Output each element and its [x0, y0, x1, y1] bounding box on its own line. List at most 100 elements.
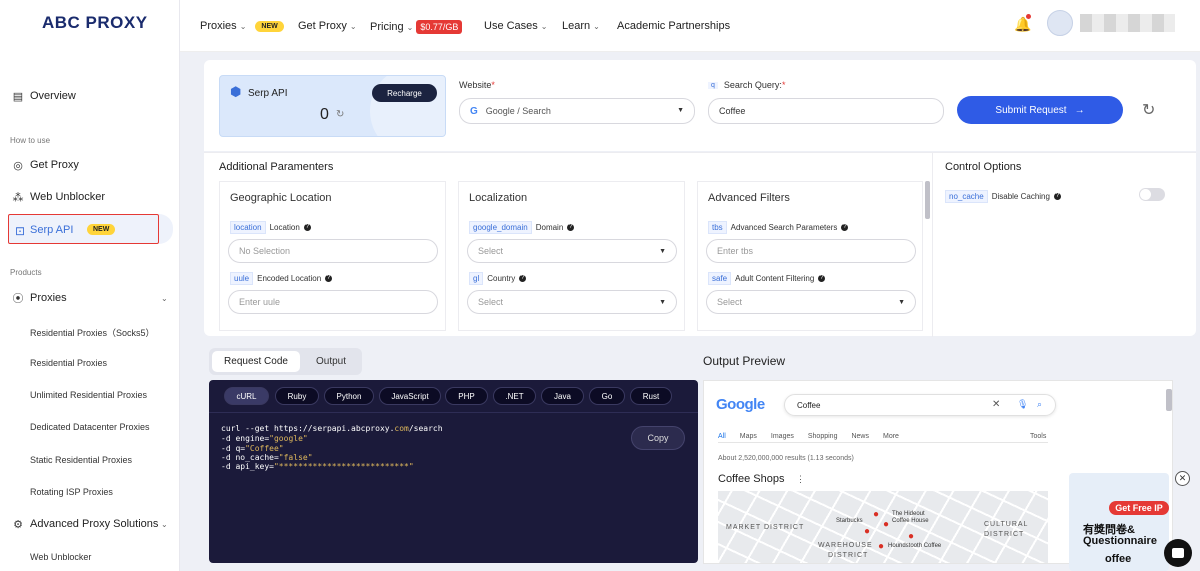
- lang-tab-ruby[interactable]: Ruby: [275, 387, 319, 405]
- param-chip: gl: [469, 272, 484, 285]
- field-label: Encoded Location: [257, 274, 322, 283]
- sidebar-item-overview[interactable]: ▤ Overview: [12, 90, 76, 103]
- sidebar-subitem[interactable]: Static Residential Proxies: [30, 455, 132, 465]
- serp-balance-card: ⬢ Serp API Recharge 0 ↻: [219, 75, 446, 137]
- select-value: Select: [717, 297, 743, 307]
- tbs-input[interactable]: Enter tbs: [706, 239, 916, 263]
- chevron-down-icon: ⌄: [540, 21, 548, 31]
- lang-tab-php[interactable]: PHP: [445, 387, 488, 405]
- sidebar-item-proxies[interactable]: ⦿ Proxies: [12, 292, 67, 305]
- nav-label: Proxies: [200, 20, 237, 32]
- lang-tab-python[interactable]: Python: [324, 387, 374, 405]
- lang-tab-rust[interactable]: Rust: [630, 387, 672, 405]
- help-icon[interactable]: ?: [841, 224, 849, 231]
- notification-dot: [1026, 14, 1031, 19]
- panel-title: Geographic Location: [230, 192, 332, 204]
- chat-button[interactable]: [1164, 539, 1192, 567]
- nav-pricing[interactable]: Pricing ⌄ $0.77/GB: [370, 20, 463, 34]
- sidebar-subitem[interactable]: Web Unblocker: [30, 552, 91, 562]
- safe-label: safe Adult Content Filtering ?: [708, 272, 826, 285]
- nav-academic[interactable]: Academic Partnerships: [617, 20, 730, 32]
- field-label: Country: [487, 274, 516, 283]
- top-nav: Proxies ⌄ NEW Get Proxy ⌄ Pricing ⌄ $0.7…: [180, 0, 1200, 52]
- tab-request-code[interactable]: Request Code: [212, 351, 300, 372]
- section-heading: How to use: [10, 136, 51, 145]
- sidebar-item-serp-api[interactable]: ⊡ Serp API NEW: [8, 214, 159, 244]
- help-icon[interactable]: ?: [325, 275, 333, 282]
- submit-label: Submit Request: [995, 104, 1067, 116]
- lang-tab-go[interactable]: Go: [589, 387, 625, 405]
- chevron-down-icon: ⌄: [593, 21, 600, 31]
- chevron-down-icon: ⌄: [239, 21, 247, 31]
- chevron-down-icon: ⌄: [349, 21, 357, 31]
- nav-proxies[interactable]: Proxies ⌄ NEW: [200, 20, 284, 32]
- help-icon[interactable]: ?: [818, 275, 826, 282]
- help-icon[interactable]: ?: [303, 224, 311, 231]
- sidebar-subitem[interactable]: Residential Proxies（Socks5）: [30, 326, 155, 339]
- map-label: Houndstooth Coffee: [888, 543, 942, 549]
- help-icon[interactable]: ?: [567, 224, 575, 231]
- google-logo: Google: [716, 396, 765, 413]
- website-select[interactable]: G Google / Search ▼: [459, 98, 695, 124]
- country-select[interactable]: Select ▼: [467, 290, 677, 314]
- disable-caching-toggle[interactable]: [1139, 188, 1165, 201]
- domain-select[interactable]: Select ▼: [467, 239, 677, 263]
- avatar[interactable]: [1047, 10, 1073, 36]
- sidebar: ABC PROXY ▤ Overview How to use ◎ Get Pr…: [0, 0, 180, 571]
- sidebar-subitem[interactable]: Dedicated Datacenter Proxies: [30, 422, 150, 432]
- submit-request-button[interactable]: Submit Request →: [957, 96, 1123, 124]
- lang-tab-dotnet[interactable]: .NET: [493, 387, 536, 405]
- field-label: Location: [269, 223, 300, 232]
- google-tab: Maps: [739, 433, 757, 440]
- nav-get-proxy[interactable]: Get Proxy ⌄: [298, 20, 357, 32]
- map-label: MARKET DISTRICT: [726, 524, 805, 531]
- recharge-button[interactable]: Recharge: [372, 84, 437, 102]
- refresh-icon[interactable]: ↻: [336, 109, 344, 120]
- chevron-down-icon[interactable]: ⌄: [161, 520, 168, 529]
- control-title: Control Options: [945, 161, 1022, 173]
- country-label: gl Country ?: [469, 272, 527, 285]
- copy-button[interactable]: Copy: [631, 426, 685, 450]
- divider: [718, 442, 1048, 443]
- field-label: Domain: [535, 223, 564, 232]
- sidebar-item-web-unblocker[interactable]: ⁂ Web Unblocker: [12, 191, 106, 204]
- location-label: location Location ?: [230, 221, 311, 234]
- safe-select[interactable]: Select ▼: [706, 290, 916, 314]
- search-query-input[interactable]: Coffee: [708, 98, 944, 124]
- lang-tab-javascript[interactable]: JavaScript: [379, 387, 441, 405]
- logo[interactable]: ABC PROXY: [42, 13, 148, 33]
- lang-tab-java[interactable]: Java: [541, 387, 584, 405]
- divider: [209, 412, 698, 413]
- nav-label: Learn: [562, 20, 591, 32]
- sidebar-subitem[interactable]: Residential Proxies: [30, 358, 107, 368]
- caret-down-icon: ▼: [659, 299, 666, 306]
- nav-use-cases[interactable]: Use Cases ⌄: [484, 20, 548, 32]
- tab-output[interactable]: Output: [305, 351, 357, 372]
- results-section-title: Coffee Shops: [718, 473, 785, 485]
- scrollbar[interactable]: [925, 181, 930, 219]
- globe-icon: ◎: [13, 159, 23, 172]
- sidebar-item-get-proxy[interactable]: ◎ Get Proxy: [12, 159, 79, 172]
- chevron-down-icon[interactable]: ⌄: [161, 294, 168, 303]
- lang-tab-curl[interactable]: cURL: [224, 387, 269, 405]
- panel-title: Localization: [469, 192, 528, 204]
- help-icon[interactable]: ?: [519, 275, 527, 282]
- caret-down-icon: ▼: [898, 299, 905, 306]
- sidebar-item-advanced[interactable]: ⚙ Advanced Proxy Solutions: [12, 518, 158, 531]
- scrollbar[interactable]: [1166, 389, 1172, 411]
- refresh-icon[interactable]: ↻: [1142, 100, 1155, 120]
- sidebar-item-label: Serp API: [30, 224, 74, 236]
- nav-learn[interactable]: Learn ⌄: [562, 20, 600, 32]
- sidebar-subitem[interactable]: Unlimited Residential Proxies: [30, 390, 147, 400]
- help-icon[interactable]: ?: [1053, 193, 1061, 200]
- map-pin-icon: ●: [873, 509, 880, 520]
- nav-label: Get Proxy: [298, 20, 347, 32]
- location-input[interactable]: No Selection: [228, 239, 438, 263]
- map-pin-icon: ●: [864, 526, 871, 537]
- close-icon: ✕: [992, 399, 1001, 410]
- map-pin-icon: ●: [883, 519, 890, 530]
- uule-input[interactable]: Enter uule: [228, 290, 438, 314]
- sidebar-subitem[interactable]: Rotating ISP Proxies: [30, 487, 113, 497]
- promo-widget[interactable]: Get Free IP 有獎問卷& Questionnaire offee: [1069, 473, 1169, 571]
- close-icon[interactable]: ✕: [1175, 471, 1190, 486]
